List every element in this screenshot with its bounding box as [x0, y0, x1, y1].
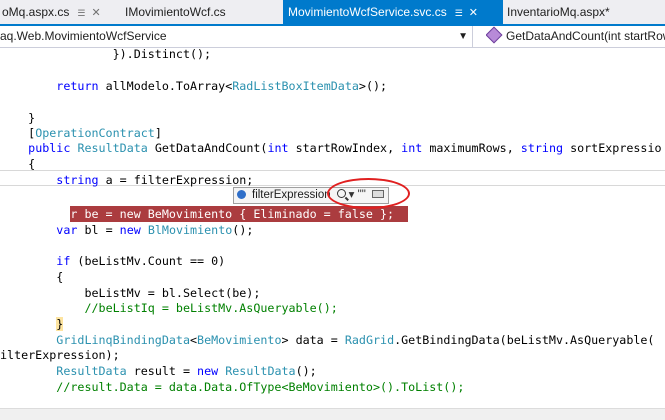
code-line: ResultData result = new ResultData();: [56, 364, 317, 378]
code-line: if (beListMv.Count == 0): [56, 254, 226, 268]
tab-inventario-mq-aspx-cs[interactable]: oMq.aspx.cs ☰ ✕: [0, 0, 114, 24]
tab-label: IMovimientoWcf.cs: [125, 5, 226, 19]
code-editor[interactable]: }).Distinct(); return allModelo.ToArray<…: [0, 48, 665, 419]
code-line: return allModelo.ToArray<RadListBoxItemD…: [56, 79, 388, 93]
type-dropdown[interactable]: aq.Web.MovimientoWcfService ▼: [0, 26, 473, 47]
tab-movimientowcfservice-svc-cs[interactable]: MovimientoWcfService.svc.cs ☰ ✕: [283, 0, 503, 24]
code-line: }: [0, 316, 64, 332]
tab-label: oMq.aspx.cs: [2, 5, 70, 19]
type-name: aq.Web.MovimientoWcfService: [0, 29, 167, 43]
datatip-variable-name: filterExpression: [252, 189, 331, 201]
pin-icon[interactable]: ☰: [77, 8, 85, 18]
tab-label: InventarioMq.aspx*: [507, 5, 610, 19]
code-line: GridLinqBindingData<BeMovimiento> data =…: [56, 333, 655, 347]
code-line: {: [0, 270, 64, 284]
close-icon[interactable]: ✕: [469, 7, 478, 19]
code-line: //beListIq = beListMv.AsQueryable();: [84, 301, 338, 315]
navigation-bar: aq.Web.MovimientoWcfService ▼ GetDataAnd…: [0, 26, 665, 48]
pin-icon[interactable]: ☰: [455, 8, 463, 18]
code-line: ilterExpression);: [0, 348, 120, 362]
code-line: beListMv = bl.Select(be);: [0, 286, 261, 300]
tab-label: MovimientoWcfService.svc.cs: [288, 5, 447, 19]
close-icon[interactable]: ✕: [91, 7, 100, 19]
tab-imovimientowcf-cs[interactable]: IMovimientoWcf.cs: [122, 0, 275, 24]
tab-inventariomq-aspx[interactable]: InventarioMq.aspx*: [504, 0, 665, 24]
code-line-breakpoint: var be = new BeMovimiento { Eliminado = …: [56, 207, 395, 221]
annotation-circle: [327, 178, 410, 209]
code-line: [OperationContract]: [0, 126, 162, 140]
matched-brace: }: [56, 317, 64, 331]
member-name: GetDataAndCount(int startRowIn: [506, 29, 665, 43]
code-line: public ResultData GetDataAndCount(int st…: [28, 141, 662, 155]
code-line: string a = filterExpression;: [56, 173, 254, 187]
horizontal-scrollbar[interactable]: [0, 408, 665, 420]
code-line: }).Distinct();: [0, 48, 212, 61]
chevron-down-icon: ▼: [458, 31, 468, 42]
code-line: }: [0, 111, 36, 125]
code-line: {: [0, 157, 36, 171]
code-line: //result.Data = data.Data.OfType<BeMovim…: [56, 380, 465, 394]
member-dropdown[interactable]: GetDataAndCount(int startRowIn: [486, 26, 665, 47]
method-icon: [486, 26, 503, 44]
variable-icon: [237, 190, 246, 199]
code-line: var bl = new BlMovimiento();: [56, 223, 254, 237]
document-tab-strip: oMq.aspx.cs ☰ ✕ IMovimientoWcf.cs Movimien…: [0, 0, 665, 26]
